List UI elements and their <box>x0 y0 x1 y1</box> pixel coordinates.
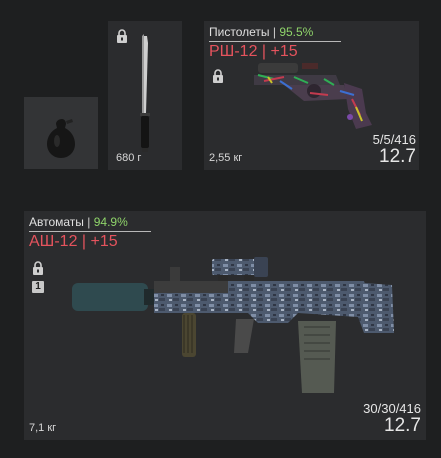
rifle-caliber: 12.7 <box>384 415 421 436</box>
pistol-category: Пистолеты <box>209 25 270 39</box>
pistol-header-rule <box>209 41 341 42</box>
rifle-header-rule <box>29 231 151 232</box>
pistol-weight: 2,55 кг <box>209 152 243 164</box>
lock-icon <box>117 29 127 43</box>
grenade-icon <box>47 119 75 158</box>
rifle-weight: 7,1 кг <box>29 422 57 434</box>
rifle-slot[interactable]: Автоматы | 94.9% АШ-12 | +15 1 7,1 кг 30… <box>24 211 426 440</box>
pistol-header: Пистолеты | 95.5% <box>209 25 341 42</box>
lock-icon <box>33 261 43 275</box>
rifle-ammo-count: 30/30/416 <box>363 401 421 416</box>
pistol-ammo-count: 5/5/416 <box>372 132 416 147</box>
melee-weight: 680 г <box>116 152 142 164</box>
rifle-separator: | <box>87 215 91 229</box>
lock-icon <box>213 69 223 83</box>
pistol-durability: 95.5% <box>279 25 314 39</box>
pistol-caliber: 12.7 <box>379 146 416 167</box>
revolver-icon <box>254 63 372 129</box>
pistol-ammo-block: 5/5/416 12.7 <box>373 132 416 166</box>
rifle-ammo-block: 30/30/416 12.7 <box>363 401 421 435</box>
grenade-slot[interactable] <box>24 97 98 169</box>
rifle-category: Автоматы <box>29 215 84 229</box>
rifle-durability: 94.9% <box>93 215 128 229</box>
slot-number-badge: 1 <box>32 281 44 293</box>
knife-icon <box>140 34 150 152</box>
pistol-slot[interactable]: Пистолеты | 95.5% РШ-12 | +15 2,55 кг 5/… <box>204 21 419 170</box>
rifle-header: Автоматы | 94.9% <box>29 215 151 232</box>
pistol-separator: | <box>272 25 276 39</box>
rifle-name: АШ-12 | +15 <box>29 233 118 250</box>
melee-slot[interactable]: 680 г <box>108 21 182 170</box>
assault-rifle-icon <box>72 257 394 393</box>
